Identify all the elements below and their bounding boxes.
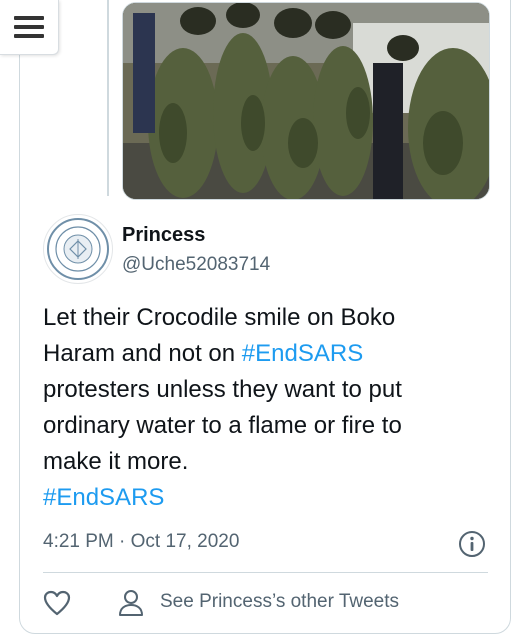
author-handle[interactable]: @Uche52083714 [122, 254, 270, 276]
soldiers-photo [123, 3, 489, 199]
tweet-text-segment: ordinary water to a flame or fire to [43, 412, 402, 439]
info-icon[interactable] [458, 530, 486, 558]
see-other-tweets-link[interactable]: See Princess’s other Tweets [160, 591, 399, 613]
menu-button[interactable] [0, 0, 59, 55]
tweet-media-photo[interactable] [122, 2, 490, 200]
avatar-seal-icon [47, 218, 109, 280]
tweet-text: Let their Crocodile smile on Boko Haram a… [43, 300, 488, 516]
tweet-text-segment: Let their Crocodile smile on Boko [43, 304, 396, 331]
person-icon[interactable] [118, 589, 144, 617]
author-name[interactable]: Princess [122, 224, 205, 247]
tweet-text-line: Let their Crocodile smile on Boko [43, 300, 488, 336]
tweet-text-line: Haram and not on #EndSARS [43, 336, 488, 372]
tweet-timestamp[interactable]: 4:21 PM · Oct 17, 2020 [43, 531, 239, 553]
tweet-text-line: make it more. [43, 444, 488, 480]
thread-line [107, 0, 109, 196]
tweet-text-segment: Haram and not on [43, 340, 242, 367]
hashtag-link[interactable]: #EndSARS [43, 484, 164, 511]
tweet-text-segment: protesters unless they want to put [43, 376, 402, 403]
tweet-text-line: #EndSARS [43, 480, 488, 516]
divider [43, 572, 488, 573]
avatar[interactable] [43, 214, 113, 284]
hamburger-menu-icon [14, 11, 44, 43]
tweet-text-line: protesters unless they want to put [43, 372, 488, 408]
heart-icon[interactable] [43, 590, 71, 616]
hashtag-link[interactable]: #EndSARS [242, 340, 363, 367]
tweet-text-segment: make it more. [43, 448, 189, 475]
tweet-text-line: ordinary water to a flame or fire to [43, 408, 488, 444]
